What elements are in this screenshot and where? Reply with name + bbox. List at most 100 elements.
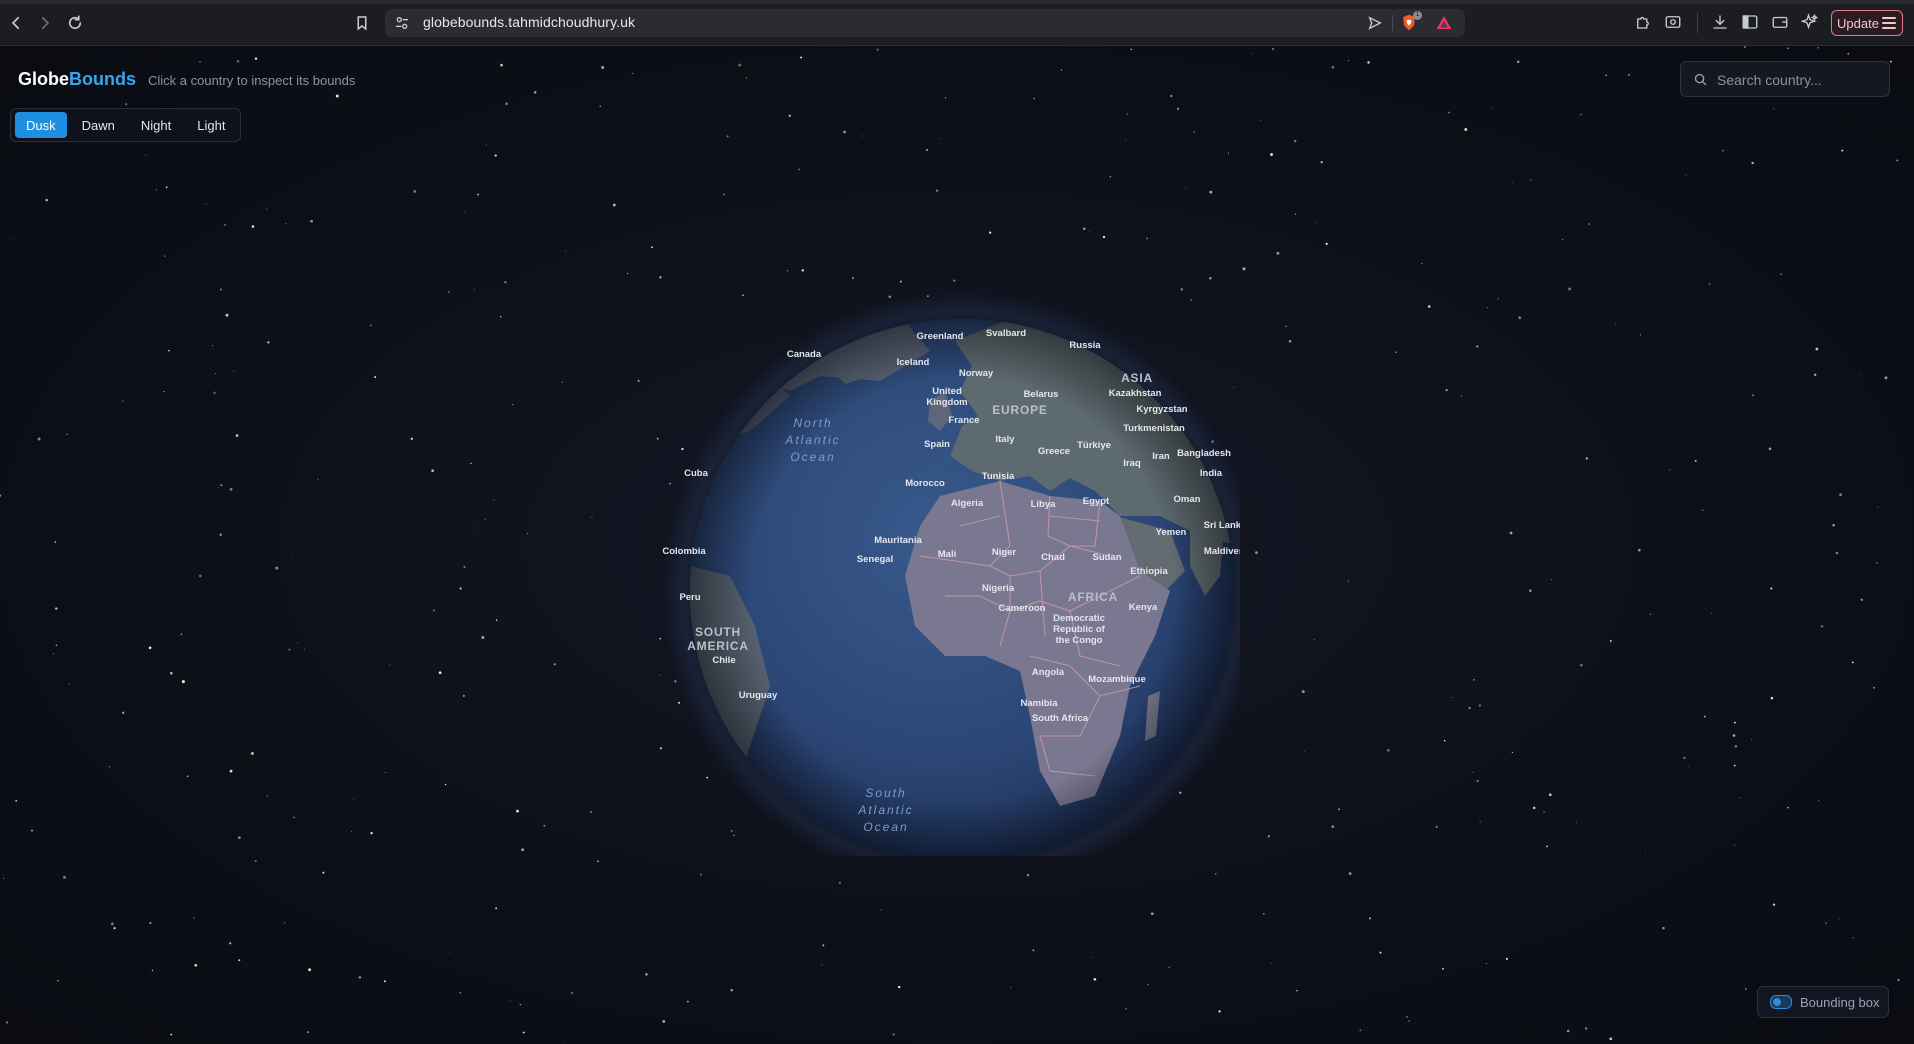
- label-libya[interactable]: Libya: [1031, 499, 1057, 510]
- label-kazakhstan[interactable]: Kazakhstan: [1109, 388, 1162, 399]
- label-mozambique[interactable]: Mozambique: [1088, 674, 1146, 685]
- label-chile[interactable]: Chile: [712, 655, 735, 666]
- label-morocco[interactable]: Morocco: [905, 478, 945, 489]
- label-france[interactable]: France: [948, 415, 979, 426]
- label-ethiopia[interactable]: Ethiopia: [1130, 566, 1168, 577]
- label-kyrgyzstan[interactable]: Kyrgyzstan: [1136, 404, 1187, 415]
- label-svalbard[interactable]: Svalbard: [986, 328, 1026, 339]
- brave-shields-icon[interactable]: 1: [1399, 11, 1422, 33]
- sidebar-icon[interactable]: [1741, 13, 1761, 33]
- star: [63, 875, 66, 879]
- label-mauritania[interactable]: Mauritania: [874, 535, 922, 546]
- label-angola[interactable]: Angola: [1032, 667, 1065, 678]
- label-spain[interactable]: Spain: [924, 439, 950, 450]
- star: [1752, 394, 1755, 397]
- label-india[interactable]: India: [1200, 468, 1223, 479]
- label-maldives[interactable]: Maldives: [1204, 546, 1244, 557]
- label-italy[interactable]: Italy: [995, 434, 1015, 445]
- star: [193, 917, 195, 919]
- label-iraq[interactable]: Iraq: [1123, 458, 1141, 469]
- star: [1734, 721, 1736, 724]
- label-cuba[interactable]: Cuba: [684, 468, 708, 479]
- downloads-icon[interactable]: [1711, 13, 1731, 33]
- label-peru[interactable]: Peru: [679, 592, 700, 603]
- bounding-box-label: Bounding box: [1800, 994, 1880, 1010]
- label-algeria[interactable]: Algeria: [951, 498, 984, 509]
- theme-night-button[interactable]: Night: [130, 112, 182, 138]
- label-russia[interactable]: Russia: [1069, 340, 1101, 351]
- label-united[interactable]: United: [932, 386, 962, 397]
- update-button[interactable]: Update: [1831, 10, 1903, 36]
- label-turkiye[interactable]: Türkiye: [1077, 440, 1111, 451]
- reload-icon[interactable]: [63, 11, 87, 35]
- label-senegal[interactable]: Senegal: [857, 554, 893, 565]
- label-chad[interactable]: Chad: [1041, 552, 1065, 563]
- star: [122, 400, 124, 402]
- star: [474, 527, 476, 529]
- search-input[interactable]: [1715, 62, 1889, 98]
- label-norway[interactable]: Norway: [959, 368, 994, 379]
- star: [1516, 60, 1520, 64]
- screenshot-icon[interactable]: [1664, 13, 1684, 33]
- back-icon[interactable]: [4, 11, 28, 35]
- star: [563, 1042, 565, 1044]
- label-cameroon[interactable]: Cameroon: [999, 603, 1046, 614]
- star: [1272, 48, 1275, 50]
- star: [485, 144, 487, 146]
- star: [1638, 548, 1641, 552]
- share-icon[interactable]: [1367, 15, 1383, 31]
- globe[interactable]: Greenland Svalbard Russia Canada Iceland…: [600, 216, 1262, 891]
- url-text[interactable]: globebounds.tahmidchoudhury.uk: [423, 14, 635, 30]
- label-greece[interactable]: Greece: [1038, 446, 1070, 457]
- label-bangladesh[interactable]: Bangladesh: [1177, 448, 1231, 459]
- wallet-icon[interactable]: [1771, 13, 1791, 33]
- star: [645, 973, 648, 976]
- label-namibia[interactable]: Namibia: [1021, 698, 1059, 709]
- label-drc-1[interactable]: Democratic: [1053, 613, 1105, 624]
- star: [13, 238, 15, 240]
- label-mali[interactable]: Mali: [938, 549, 956, 560]
- label-drc-2[interactable]: Republic of: [1053, 624, 1106, 635]
- label-oman[interactable]: Oman: [1174, 494, 1201, 505]
- label-uruguay[interactable]: Uruguay: [739, 690, 778, 701]
- label-sudan[interactable]: Sudan: [1092, 552, 1121, 563]
- star: [251, 225, 255, 228]
- label-kingdom[interactable]: Kingdom: [926, 397, 967, 408]
- label-greenland[interactable]: Greenland: [917, 331, 964, 342]
- label-canada[interactable]: Canada: [787, 349, 822, 360]
- theme-light-button[interactable]: Light: [186, 112, 236, 138]
- star: [944, 97, 947, 99]
- star: [599, 105, 601, 107]
- label-colombia[interactable]: Colombia: [662, 546, 706, 557]
- extensions-icon[interactable]: [1634, 13, 1654, 33]
- label-egypt[interactable]: Egypt: [1083, 496, 1110, 507]
- theme-dawn-button[interactable]: Dawn: [71, 112, 126, 138]
- site-settings-icon[interactable]: [394, 15, 410, 31]
- label-tunisia[interactable]: Tunisia: [982, 471, 1015, 482]
- star: [463, 211, 465, 213]
- star: [163, 391, 165, 393]
- address-bar[interactable]: globebounds.tahmidchoudhury.uk 1: [385, 9, 1465, 37]
- rewards-icon[interactable]: [1435, 14, 1453, 32]
- star: [512, 404, 514, 406]
- theme-dusk-button[interactable]: Dusk: [15, 112, 67, 138]
- star: [350, 830, 352, 832]
- label-iran[interactable]: Iran: [1152, 451, 1170, 462]
- leo-ai-icon[interactable]: [1800, 13, 1821, 33]
- label-nigeria[interactable]: Nigeria: [982, 583, 1015, 594]
- label-sri-lanka[interactable]: Sri Lanka: [1204, 520, 1247, 531]
- label-drc-3[interactable]: the Congo: [1056, 635, 1103, 646]
- label-niger[interactable]: Niger: [992, 547, 1017, 558]
- forward-icon[interactable]: [33, 11, 57, 35]
- country-search[interactable]: [1680, 61, 1890, 98]
- label-belarus[interactable]: Belarus: [1024, 389, 1059, 400]
- star: [1511, 751, 1514, 754]
- label-turkmenistan[interactable]: Turkmenistan: [1123, 423, 1185, 434]
- bounding-box-toggle[interactable]: Bounding box: [1757, 986, 1889, 1018]
- label-iceland[interactable]: Iceland: [897, 357, 930, 368]
- bookmark-icon[interactable]: [350, 11, 374, 35]
- label-kenya[interactable]: Kenya: [1129, 602, 1158, 613]
- label-yemen[interactable]: Yemen: [1156, 527, 1187, 538]
- toggle-switch-icon[interactable]: [1770, 995, 1792, 1009]
- label-south-africa[interactable]: South Africa: [1032, 713, 1089, 724]
